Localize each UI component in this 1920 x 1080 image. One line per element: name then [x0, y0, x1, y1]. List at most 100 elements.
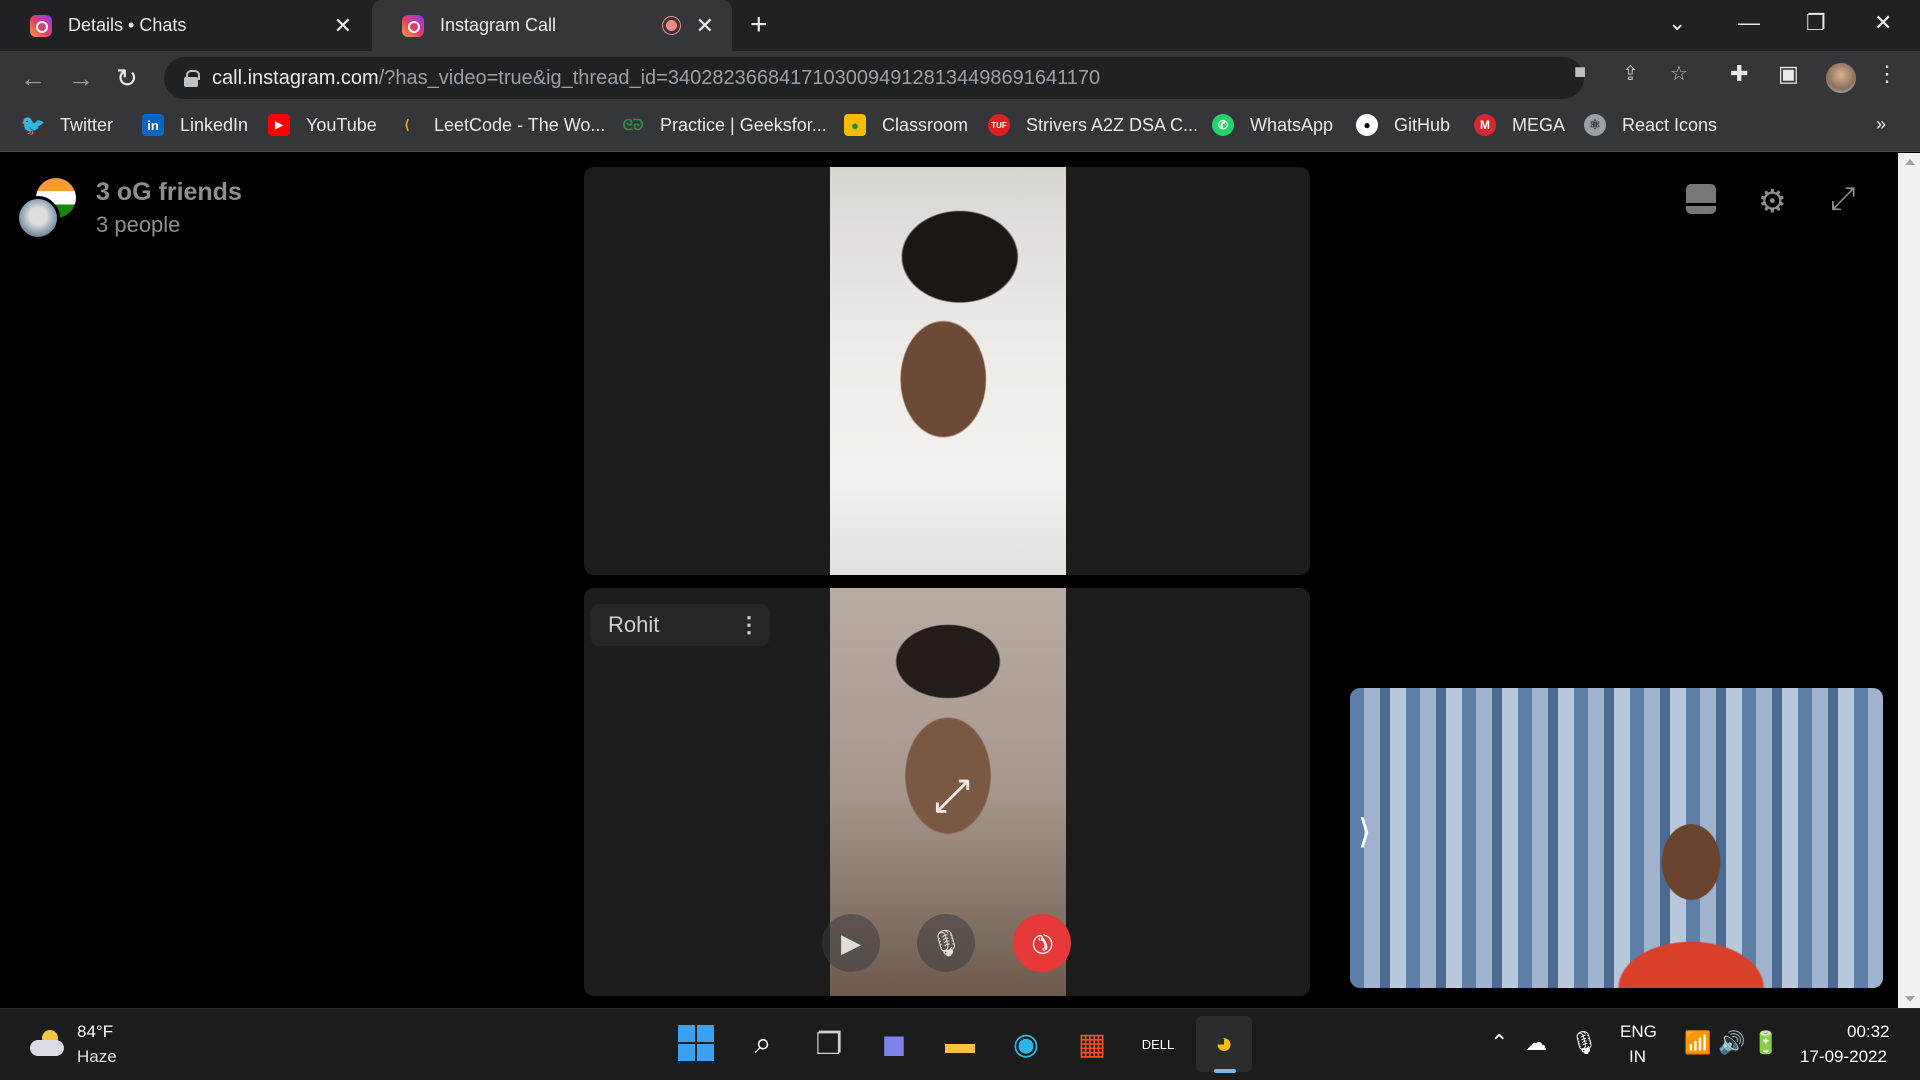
page-scrollbar[interactable] — [1898, 153, 1920, 1008]
group-member-count: 3 people — [96, 212, 181, 237]
mega-icon: M — [1474, 114, 1496, 136]
youtube-icon: ▶ — [268, 114, 290, 136]
bookmark-mega[interactable]: M MEGA — [1474, 114, 1565, 136]
bookmark-geeksforgeeks[interactable]: ᘓᘐ Practice | Geeksfor... — [622, 114, 827, 136]
participant-name: Rohit — [608, 612, 660, 637]
layout-icon[interactable] — [1686, 184, 1716, 214]
video-camera-icon: ▶ — [841, 927, 861, 958]
profile-avatar[interactable] — [1826, 63, 1856, 93]
instagram-icon — [30, 14, 52, 37]
weather-temperature[interactable]: 84°F — [77, 1022, 113, 1042]
task-view-icon[interactable]: ❐ — [809, 1024, 849, 1064]
bookmark-label: MEGA — [1512, 114, 1566, 135]
bookmark-classroom[interactable]: ● Classroom — [844, 114, 968, 136]
tuf-icon: TUF — [988, 114, 1010, 136]
bookmark-leetcode[interactable]: ⟨ LeetCode - The Wo... — [396, 114, 605, 136]
bookmark-strivers[interactable]: TUF Strivers A2Z DSA C... — [988, 114, 1198, 136]
tab-instagram-call[interactable]: Instagram Call ✕ — [372, 0, 732, 51]
bookmark-twitter[interactable]: 🐦 Twitter — [20, 114, 113, 137]
end-call-button[interactable]: ✆ — [1013, 914, 1071, 972]
side-panel-icon[interactable]: ▣ — [1778, 61, 1799, 87]
linkedin-icon: in — [142, 114, 164, 136]
scroll-up-icon[interactable] — [1905, 159, 1915, 165]
bookmarks-bar: 🐦 Twitter in LinkedIn ▶ YouTube ⟨ LeetCo… — [0, 104, 1920, 152]
toggle-camera-button[interactable]: ▶ — [822, 914, 880, 972]
start-button[interactable] — [677, 1024, 717, 1064]
share-icon[interactable]: ⇪ — [1622, 61, 1639, 86]
avatar — [16, 196, 60, 240]
teams-chat-icon[interactable]: ◼ — [874, 1024, 914, 1064]
bookmark-label: LinkedIn — [180, 114, 249, 135]
chrome-icon[interactable]: ◕ — [1204, 1024, 1244, 1064]
bookmark-label: Strivers A2Z DSA C... — [1026, 114, 1199, 135]
scroll-down-icon[interactable] — [1905, 996, 1915, 1002]
minimize-button[interactable]: — — [1738, 10, 1760, 36]
hang-up-phone-icon: ✆ — [1024, 925, 1061, 962]
battery-icon[interactable]: 🔋 — [1752, 1030, 1779, 1056]
clock-date[interactable]: 17-09-2022 — [1800, 1047, 1887, 1067]
wifi-icon[interactable]: 📶 — [1684, 1030, 1711, 1056]
bookmark-label: YouTube — [306, 114, 377, 135]
instagram-icon — [402, 14, 424, 37]
edge-browser-icon[interactable]: ◉ — [1006, 1024, 1046, 1064]
settings-gear-icon[interactable]: ⚙ — [1758, 182, 1787, 220]
group-name: 3 oG friends — [96, 178, 242, 206]
tab-strip: Details • Chats ✕ Instagram Call ✕ + ⌄ —… — [0, 0, 1920, 51]
bookmark-linkedin[interactable]: in LinkedIn — [142, 114, 248, 136]
weather-condition[interactable]: Haze — [77, 1047, 117, 1067]
collapse-self-view-icon[interactable]: ⟩ — [1358, 812, 1371, 852]
participant-options-icon[interactable]: ⋮ — [738, 612, 760, 638]
tab-details-chats[interactable]: Details • Chats ✕ — [0, 0, 370, 51]
back-button[interactable]: ← — [20, 63, 46, 94]
weather-haze-icon[interactable] — [30, 1028, 66, 1058]
bookmark-label: Practice | Geeksfor... — [660, 114, 827, 135]
fullscreen-icon[interactable]: ⤢ — [1830, 180, 1856, 218]
menu-icon[interactable]: ⋮ — [1876, 61, 1898, 87]
close-window-button[interactable]: ✕ — [1874, 10, 1892, 36]
bookmark-github[interactable]: ● GitHub — [1356, 114, 1450, 136]
self-video-preview[interactable] — [1350, 688, 1883, 988]
reload-button[interactable]: ↻ — [116, 63, 138, 94]
forward-button[interactable]: → — [68, 63, 94, 94]
search-icon[interactable]: ⌕ — [743, 1024, 783, 1064]
address-bar[interactable]: call.instagram.com/?has_video=true&ig_th… — [164, 57, 1584, 99]
bookmark-whatsapp[interactable]: ✆ WhatsApp — [1212, 114, 1333, 136]
bookmark-react-icons[interactable]: ⚛ React Icons — [1584, 114, 1717, 136]
geeksforgeeks-icon: ᘓᘐ — [622, 116, 644, 134]
bookmark-label: GitHub — [1394, 114, 1451, 135]
restore-button[interactable]: ❐ — [1806, 10, 1826, 36]
microphone-icon: 🎙 — [929, 927, 963, 958]
close-tab-icon[interactable]: ✕ — [334, 13, 352, 39]
browser-toolbar: ← → ↻ call.instagram.com/?has_video=true… — [0, 51, 1920, 104]
camera-in-use-icon[interactable]: ■ — [1574, 61, 1586, 84]
participant-tile[interactable] — [584, 167, 1310, 575]
close-tab-icon[interactable]: ✕ — [696, 13, 714, 39]
more-bookmarks-button[interactable]: » — [1876, 114, 1886, 135]
file-explorer-icon[interactable]: ▬ — [940, 1024, 980, 1064]
new-tab-button[interactable]: + — [750, 8, 768, 42]
recording-indicator-icon — [663, 17, 680, 34]
bookmark-youtube[interactable]: ▶ YouTube — [268, 114, 377, 136]
bookmark-label: Classroom — [882, 114, 969, 135]
classroom-icon: ● — [844, 114, 866, 136]
show-hidden-icons-icon[interactable]: ⌃ — [1490, 1030, 1508, 1056]
lock-icon — [184, 70, 200, 87]
volume-icon[interactable]: 🔊 — [1718, 1030, 1745, 1056]
input-language[interactable]: ENG — [1620, 1022, 1657, 1042]
input-region[interactable]: IN — [1629, 1047, 1646, 1067]
bookmark-star-icon[interactable]: ☆ — [1670, 61, 1688, 86]
tab-title: Details • Chats — [68, 15, 187, 35]
toggle-mic-button[interactable]: 🎙 — [917, 914, 975, 972]
dell-icon[interactable]: DELL — [1138, 1024, 1178, 1064]
microphone-in-use-icon[interactable]: 🎙 — [1570, 1030, 1598, 1056]
extensions-icon[interactable]: ✚ — [1730, 61, 1748, 87]
tab-search-icon[interactable]: ⌄ — [1668, 10, 1686, 36]
onedrive-cloud-icon[interactable]: ☁ — [1525, 1030, 1547, 1056]
participant-video — [830, 167, 1066, 575]
clock-time[interactable]: 00:32 — [1847, 1022, 1890, 1042]
tab-title: Instagram Call — [440, 15, 557, 35]
twitter-icon: 🐦 — [20, 114, 46, 137]
bookmark-label: React Icons — [1622, 114, 1718, 135]
microsoft-store-icon[interactable]: ▦ — [1072, 1024, 1112, 1064]
url-host: call.instagram.com — [212, 66, 379, 89]
